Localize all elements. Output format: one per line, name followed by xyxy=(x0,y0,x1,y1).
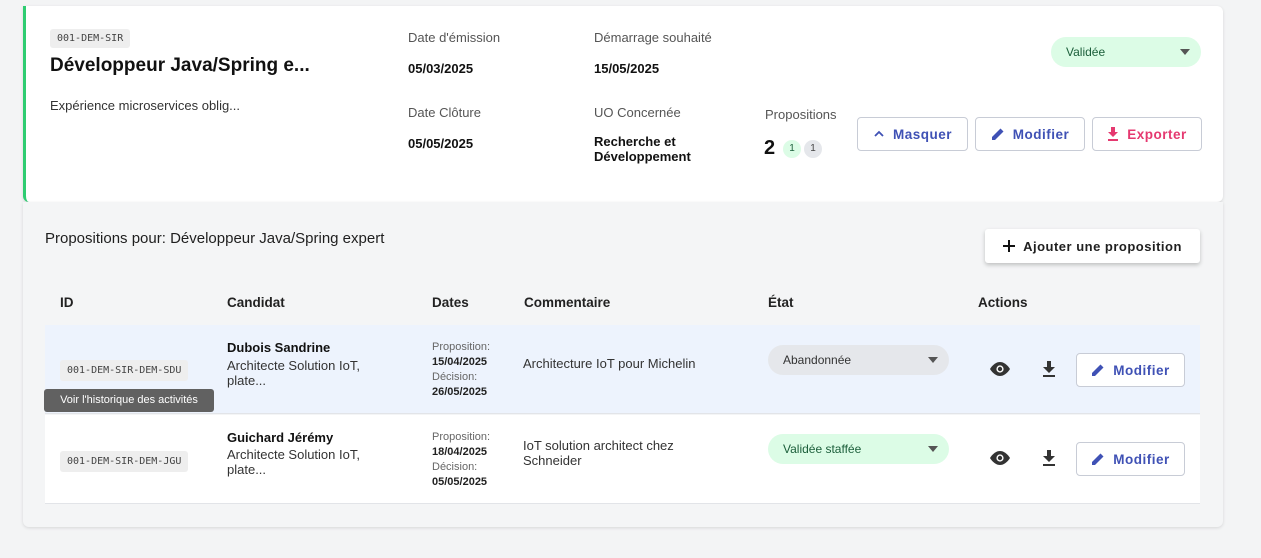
request-title: Développeur Java/Spring e... xyxy=(50,55,310,76)
proposition-date-label: Proposition: xyxy=(432,341,491,353)
column-header-etat: État xyxy=(768,295,794,310)
download-icon xyxy=(1108,127,1119,141)
proposition-date-value: 15/04/2025 xyxy=(432,356,488,368)
etat-select[interactable]: Validée staffée xyxy=(768,434,949,464)
column-header-id: ID xyxy=(60,295,74,310)
modify-proposition-button[interactable]: Modifier xyxy=(1076,353,1185,387)
candidate-role-line2: plate... xyxy=(227,462,267,477)
proposition-id-chip[interactable]: 001-DEM-SIR-DEM-JGU xyxy=(60,451,189,472)
uo-value-line2: Développement xyxy=(594,149,691,164)
pencil-icon xyxy=(1092,364,1104,376)
modifier-request-button[interactable]: Modifier xyxy=(975,117,1085,151)
modify-proposition-button[interactable]: Modifier xyxy=(1076,442,1185,476)
request-description: Expérience microservices oblig... xyxy=(50,98,241,113)
etat-value: Validée staffée xyxy=(783,442,862,456)
add-proposition-label: Ajouter une proposition xyxy=(1023,238,1182,254)
request-status-select[interactable]: Validée xyxy=(1051,37,1201,67)
download-icon xyxy=(1043,361,1055,377)
badge-other-count: 1 xyxy=(804,140,822,158)
modifier-request-label: Modifier xyxy=(1012,126,1070,142)
view-button[interactable] xyxy=(987,445,1013,471)
masquer-label: Masquer xyxy=(892,126,953,142)
decision-date-value: 26/05/2025 xyxy=(432,386,488,398)
exporter-label: Exporter xyxy=(1127,126,1187,142)
date-cloture-label: Date Clôture xyxy=(408,105,481,120)
decision-date-label: Décision: xyxy=(432,461,478,473)
exporter-button[interactable]: Exporter xyxy=(1092,117,1202,151)
date-emission-value: 05/03/2025 xyxy=(408,61,474,76)
modify-proposition-label: Modifier xyxy=(1113,362,1170,378)
request-code-chip: 001-DEM-SIR xyxy=(50,29,131,48)
demarrage-value: 15/05/2025 xyxy=(594,61,660,76)
proposition-date-label: Proposition: xyxy=(432,431,491,443)
column-header-dates: Dates xyxy=(432,295,469,310)
candidate-role-line2: plate... xyxy=(227,373,267,388)
modify-proposition-label: Modifier xyxy=(1113,451,1170,467)
proposition-date-value: 18/04/2025 xyxy=(432,446,488,458)
pencil-icon xyxy=(991,128,1004,140)
table-row: 001-DEM-SIR-DEM-JGU Guichard Jérémy Arch… xyxy=(45,415,1200,504)
proposition-id-chip[interactable]: 001-DEM-SIR-DEM-SDU xyxy=(60,360,189,381)
column-header-candidat: Candidat xyxy=(227,295,285,310)
etat-value: Abandonnée xyxy=(783,353,852,367)
column-header-actions: Actions xyxy=(978,295,1028,310)
comment-line1: Architecture IoT pour Michelin xyxy=(523,356,696,371)
column-header-commentaire: Commentaire xyxy=(524,295,611,310)
date-cloture-value: 05/05/2025 xyxy=(408,136,474,151)
candidate-role-line1: Architecte Solution IoT, xyxy=(227,447,360,462)
date-emission-label: Date d'émission xyxy=(408,30,501,45)
comment-line2: Schneider xyxy=(523,453,582,468)
view-button[interactable] xyxy=(987,356,1013,382)
add-proposition-button[interactable]: Ajouter une proposition xyxy=(985,229,1200,263)
propositions-panel: Propositions pour: Développeur Java/Spri… xyxy=(23,202,1223,527)
download-proposition-button[interactable] xyxy=(1036,445,1062,471)
request-status-value: Validée xyxy=(1066,45,1106,59)
eye-icon xyxy=(990,362,1010,376)
caret-down-icon xyxy=(928,357,938,363)
etat-select[interactable]: Abandonnée xyxy=(768,345,949,375)
masquer-button[interactable]: Masquer xyxy=(857,117,968,151)
comment-line1: IoT solution architect chez xyxy=(523,438,674,453)
candidate-name: Guichard Jérémy xyxy=(227,430,334,445)
request-card: 001-DEM-SIR Développeur Java/Spring e...… xyxy=(23,6,1223,202)
caret-down-icon xyxy=(1180,49,1190,55)
chevron-up-icon xyxy=(874,130,884,137)
demarrage-label: Démarrage souhaité xyxy=(594,30,712,45)
table-row: 001-DEM-SIR-DEM-SDU Dubois Sandrine Arch… xyxy=(45,325,1200,414)
history-tooltip: Voir l'historique des activités xyxy=(44,389,214,412)
propositions-panel-title: Propositions pour: Développeur Java/Spri… xyxy=(45,230,385,247)
badge-validated-count: 1 xyxy=(783,140,801,158)
plus-icon xyxy=(1003,240,1016,252)
eye-icon xyxy=(990,451,1010,465)
caret-down-icon xyxy=(928,446,938,452)
download-icon xyxy=(1043,450,1055,466)
download-proposition-button[interactable] xyxy=(1036,356,1062,382)
decision-date-value: 05/05/2025 xyxy=(432,476,488,488)
decision-date-label: Décision: xyxy=(432,371,478,383)
uo-value-line1: Recherche et xyxy=(594,134,676,149)
uo-label: UO Concernée xyxy=(594,105,681,120)
propositions-count: 2 xyxy=(764,137,776,159)
candidate-role-line1: Architecte Solution IoT, xyxy=(227,358,360,373)
candidate-name: Dubois Sandrine xyxy=(227,340,331,355)
propositions-label: Propositions xyxy=(765,107,837,122)
pencil-icon xyxy=(1092,453,1104,465)
